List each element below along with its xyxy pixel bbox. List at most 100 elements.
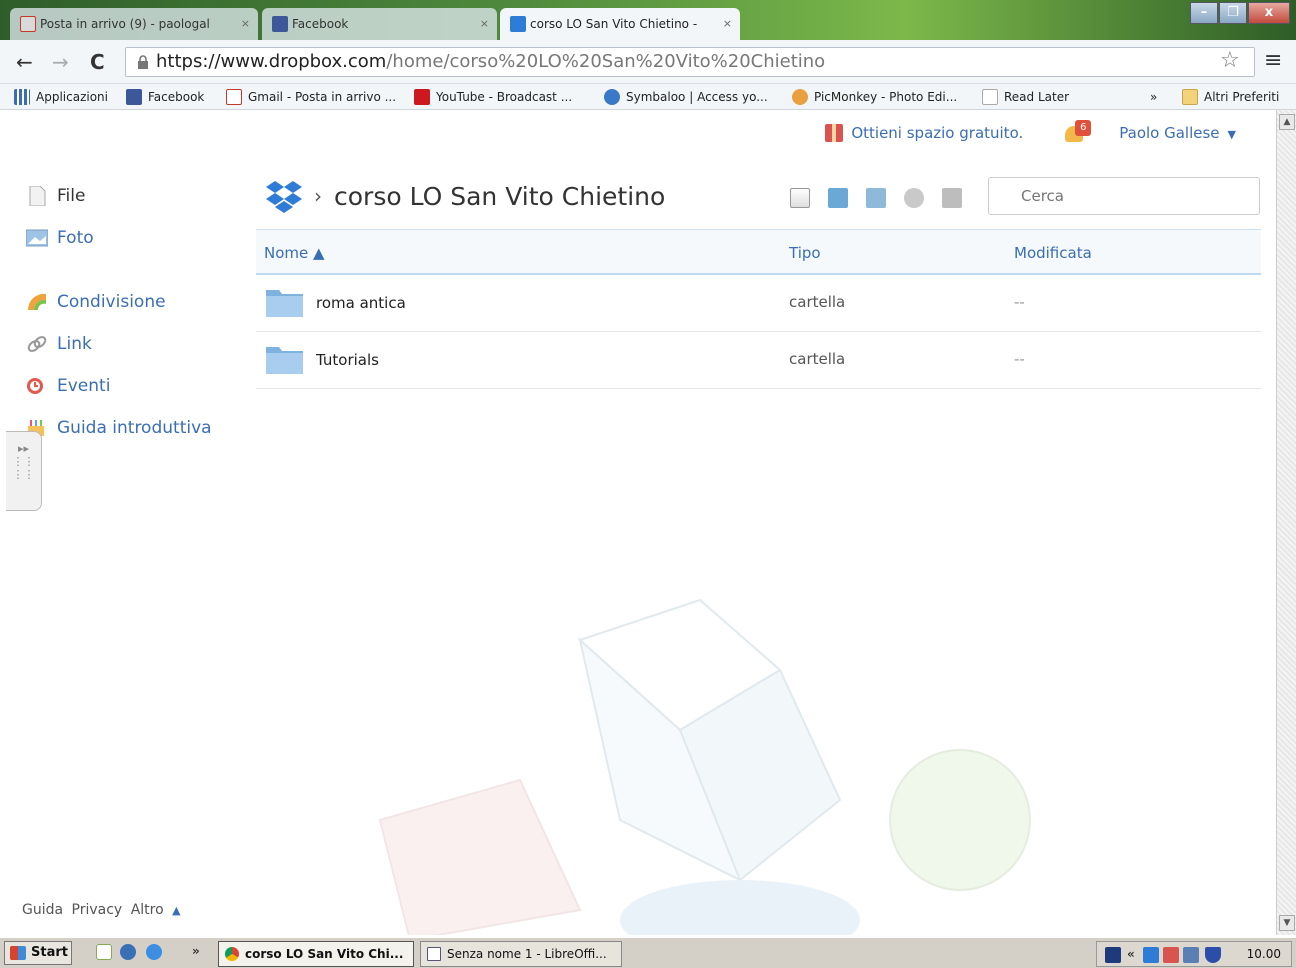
folder-icon (1182, 89, 1198, 105)
footer-help-link[interactable]: Guida (22, 902, 63, 918)
dropbox-page: Ottieni spazio gratuito. 6 Paolo Gallese… (0, 110, 1276, 935)
sidebar-item-label: Eventi (57, 376, 111, 396)
tab-title: Facebook (292, 17, 349, 31)
file-table: Nome ▲ Tipo Modificata roma antica carte… (256, 229, 1261, 389)
sidebar-item-getting-started[interactable]: Guida introduttiva (26, 416, 246, 458)
column-type-header[interactable]: Tipo (789, 244, 821, 262)
sidebar-item-events[interactable]: Eventi (26, 374, 246, 416)
browser-menu-icon[interactable]: ≡ (1264, 48, 1282, 73)
new-folder-icon[interactable] (828, 188, 848, 208)
notifications-badge: 6 (1075, 120, 1092, 136)
bookmark-facebook[interactable]: Facebook (126, 88, 204, 106)
column-modified-header[interactable]: Modificata (1014, 244, 1092, 262)
page-title: corso LO San Vito Chietino (334, 181, 666, 211)
quicklaunch-browser-icon[interactable] (120, 944, 136, 960)
network-icon[interactable] (1183, 947, 1199, 963)
gmail-icon (226, 89, 242, 105)
table-row[interactable]: roma antica cartella -- (256, 275, 1261, 332)
url-input[interactable]: https://www.dropbox.com/home/corso%20LO%… (125, 47, 1255, 77)
background-illustration (378, 598, 1031, 935)
link-icon (27, 336, 47, 352)
caret-down-icon: ▼ (1227, 128, 1236, 141)
sidebar-item-photos[interactable]: Foto (26, 226, 246, 268)
bookmark-label: Applicazioni (36, 90, 108, 104)
table-row[interactable]: Tutorials cartella -- (256, 332, 1261, 389)
file-modified: -- (1014, 293, 1025, 311)
bookmark-picmonkey[interactable]: PicMonkey - Photo Edi... (792, 88, 957, 106)
sidebar-item-label: Link (57, 334, 92, 354)
dropbox-tray-icon[interactable] (1143, 947, 1159, 963)
taskbar-button-chrome[interactable]: corso LO San Vito Chi... (218, 941, 414, 967)
reload-button[interactable]: C (90, 50, 105, 74)
picmonkey-icon (792, 89, 808, 105)
page-footer: Guida Privacy Altro ▲ (22, 902, 185, 918)
bookmark-label: Altri Preferiti (1204, 90, 1280, 104)
tab-facebook[interactable]: Facebook × (262, 8, 497, 40)
sharing-icon (27, 293, 46, 310)
user-menu[interactable]: Paolo Gallese ▼ (1119, 124, 1236, 142)
maximize-button[interactable]: ❐ (1219, 2, 1247, 24)
shared-folder-icon[interactable] (866, 188, 886, 208)
bookmark-label: Facebook (148, 90, 205, 104)
sidebar-item-files[interactable]: File (26, 184, 246, 226)
tab-dropbox[interactable]: corso LO San Vito Chietino - × (500, 8, 740, 40)
share-link-icon[interactable] (904, 188, 924, 208)
tab-close-icon[interactable]: × (723, 8, 732, 40)
footer-privacy-link[interactable]: Privacy (72, 902, 123, 918)
sidebar-item-sharing[interactable]: Condivisione (26, 290, 246, 332)
url-scheme: https:// (156, 51, 221, 72)
file-name[interactable]: roma antica (316, 294, 406, 312)
internet-explorer-icon[interactable] (146, 944, 162, 960)
side-drag-handle[interactable]: ▸▸ ⋮⋮ ⋮⋮ (6, 431, 42, 511)
file-name[interactable]: Tutorials (316, 351, 379, 369)
breadcrumb-separator: › (314, 184, 322, 208)
bookmark-label: Read Later (1004, 90, 1070, 104)
bookmark-read-later[interactable]: Read Later (982, 88, 1069, 106)
scroll-up-arrow-icon[interactable]: ▲ (1279, 114, 1295, 130)
search-input[interactable] (988, 177, 1260, 215)
file-type: cartella (789, 293, 846, 311)
quicklaunch-app-icon[interactable] (96, 944, 112, 960)
column-name-header[interactable]: Nome ▲ (264, 244, 325, 262)
scroll-down-arrow-icon[interactable]: ▼ (1279, 915, 1295, 931)
bookmarks-overflow-button[interactable]: » (1150, 88, 1157, 106)
tab-close-icon[interactable]: × (480, 8, 489, 40)
dropbox-logo-icon[interactable] (266, 179, 302, 213)
language-indicator-icon[interactable] (1105, 947, 1121, 963)
back-button[interactable]: ← (16, 50, 33, 74)
upload-icon[interactable] (790, 188, 810, 208)
photo-icon (26, 229, 48, 247)
bookmark-gmail[interactable]: Gmail - Posta in arrivo ... (226, 88, 396, 106)
taskbar-button-label: Senza nome 1 - LibreOffi... (447, 947, 607, 961)
facebook-icon (272, 16, 288, 32)
bookmark-star-icon[interactable]: ☆ (1220, 48, 1240, 73)
youtube-icon (414, 89, 430, 105)
clock[interactable]: 10.00 (1247, 947, 1281, 961)
taskbar-button-label: corso LO San Vito Chi... (245, 947, 404, 961)
close-window-button[interactable]: x (1248, 2, 1290, 24)
tray-alert-icon[interactable] (1163, 947, 1179, 963)
shield-icon[interactable] (1205, 947, 1221, 963)
free-space-link[interactable]: Ottieni spazio gratuito. (825, 124, 1023, 142)
bookmark-youtube[interactable]: YouTube - Broadcast ... (414, 88, 572, 106)
bookmark-other-folder[interactable]: Altri Preferiti (1182, 88, 1279, 106)
footer-more-link[interactable]: Altro (131, 902, 164, 918)
page-scrollbar[interactable]: ▲ ▼ (1276, 110, 1296, 935)
caret-up-icon[interactable]: ▲ (172, 904, 180, 917)
gmail-icon (20, 16, 36, 32)
deleted-files-icon[interactable] (942, 188, 962, 208)
bookmark-apps[interactable]: Applicazioni (14, 88, 108, 106)
forward-button[interactable]: → (52, 50, 69, 74)
sidebar-item-links[interactable]: Link (26, 332, 246, 374)
tab-close-icon[interactable]: × (241, 8, 250, 40)
taskbar-button-libreoffice[interactable]: Senza nome 1 - LibreOffi... (420, 941, 622, 967)
quicklaunch-overflow-button[interactable]: » (192, 944, 200, 958)
window-controls: – ❐ x (1189, 2, 1290, 24)
tab-gmail[interactable]: Posta in arrivo (9) - paologal × (10, 8, 258, 40)
minimize-button[interactable]: – (1190, 2, 1218, 24)
free-space-label: Ottieni spazio gratuito. (851, 124, 1024, 142)
bookmark-symbaloo[interactable]: Symbaloo | Access yo... (604, 88, 768, 106)
notifications-bell-icon[interactable]: 6 (1063, 120, 1092, 144)
tray-expand-button[interactable]: « (1127, 947, 1135, 961)
start-button[interactable]: Start (4, 941, 72, 965)
